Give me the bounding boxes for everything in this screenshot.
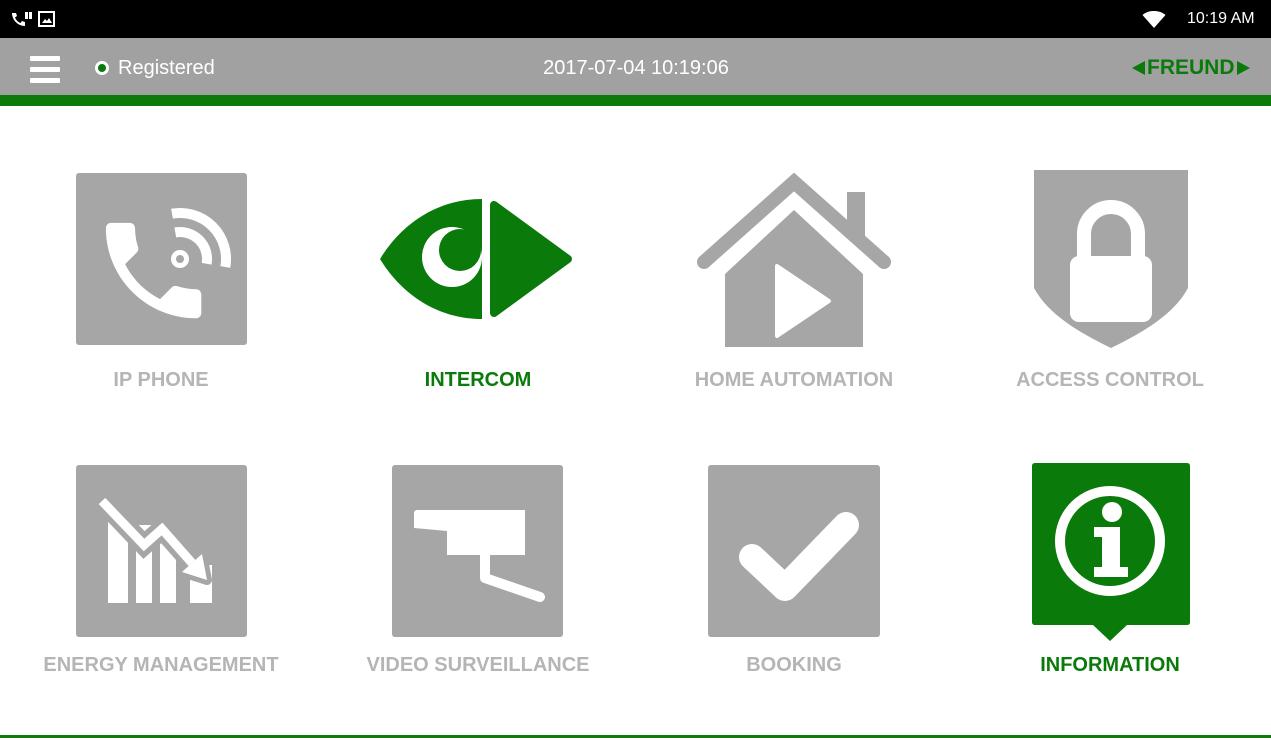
app-header: Registered 2017-07-04 10:19:06 FREUND xyxy=(0,38,1271,95)
house-play-icon xyxy=(697,172,891,347)
bottom-accent-line xyxy=(0,735,1271,738)
tile-label: INFORMATION xyxy=(1040,654,1180,676)
signal-dot-center xyxy=(176,255,184,263)
bar-shape xyxy=(29,12,32,19)
menu-bar xyxy=(30,78,60,83)
phone-notification-icon xyxy=(12,12,32,26)
tile-label: ENERGY MANAGEMENT xyxy=(43,654,279,676)
frame-shape xyxy=(38,11,55,27)
brand-logo: FREUND xyxy=(1132,56,1250,80)
header-accent-stripe xyxy=(0,95,1271,106)
status-time: 10:19 AM xyxy=(1187,10,1255,27)
datetime-display: 2017-07-04 10:19:06 xyxy=(543,57,729,79)
play-triangle xyxy=(490,201,572,317)
status-dot-inner xyxy=(98,64,106,72)
tile-label: ACCESS CONTROL xyxy=(1016,369,1204,391)
security-camera-icon xyxy=(392,465,563,637)
tile-label: IP PHONE xyxy=(113,369,209,391)
info-bottom-serif xyxy=(1094,567,1128,577)
hamburger-menu-icon[interactable] xyxy=(26,52,64,86)
tile-label: HOME AUTOMATION xyxy=(694,369,894,391)
checkmark-icon xyxy=(708,465,880,637)
wifi-shape xyxy=(1142,11,1166,28)
eye-play-icon xyxy=(380,199,572,319)
registration-status: Registered xyxy=(118,57,215,79)
bar-shape xyxy=(25,12,28,19)
tile-home-automation[interactable]: HOME AUTOMATION xyxy=(644,160,944,396)
home-screen: 10:19 AM Registered 2017-07-04 10:19:06 … xyxy=(0,0,1271,740)
mountain-shape xyxy=(42,18,52,23)
brand-name: FREUND xyxy=(1147,56,1235,79)
tile-video-surveillance[interactable]: VIDEO SURVEILLANCE xyxy=(328,445,628,681)
lock-body xyxy=(1070,256,1152,322)
brand-left-triangle-icon xyxy=(1132,61,1145,75)
eye-pupil xyxy=(439,229,481,271)
status-bar: 10:19 AM xyxy=(0,0,1271,38)
tile-ip-phone[interactable]: IP PHONE xyxy=(11,160,311,396)
menu-bar xyxy=(30,67,60,72)
tile-background xyxy=(708,465,880,637)
phone-signal-icon xyxy=(76,173,247,345)
chimney xyxy=(847,192,865,238)
shield-lock-icon xyxy=(1034,170,1188,348)
info-icon xyxy=(1032,463,1190,641)
image-notification-icon xyxy=(38,11,55,27)
tile-information[interactable]: INFORMATION xyxy=(960,445,1260,681)
declining-chart-icon xyxy=(76,465,247,637)
wifi-icon xyxy=(1142,11,1166,28)
menu-bar xyxy=(30,56,60,61)
registered-status-dot-icon xyxy=(95,61,109,75)
tile-label: BOOKING xyxy=(746,654,842,676)
phone-handset-shape xyxy=(12,13,25,26)
tile-label: INTERCOM xyxy=(424,369,532,391)
info-dot xyxy=(1102,502,1122,522)
tile-intercom[interactable]: INTERCOM xyxy=(328,160,628,396)
brand-right-triangle-icon xyxy=(1236,61,1250,75)
tile-booking[interactable]: BOOKING xyxy=(644,445,944,681)
tile-label: VIDEO SURVEILLANCE xyxy=(366,654,590,676)
tile-access-control[interactable]: ACCESS CONTROL xyxy=(960,160,1260,396)
tile-energy-management[interactable]: ENERGY MANAGEMENT xyxy=(11,445,311,681)
